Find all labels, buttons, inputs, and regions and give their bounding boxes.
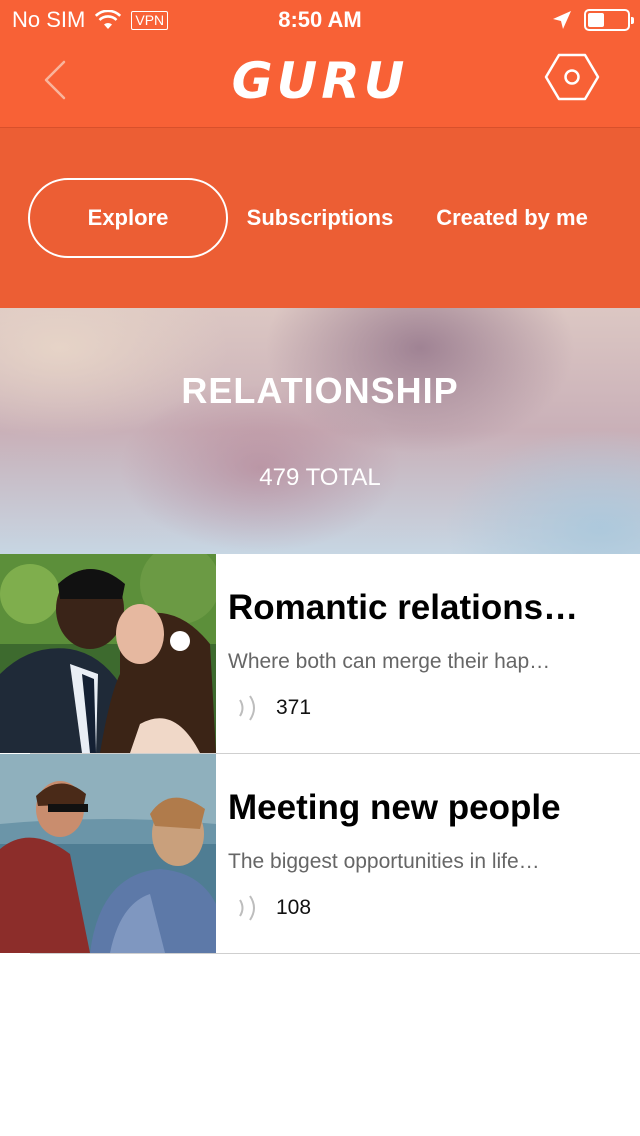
list-item[interactable]: Romantic relations… Where both can merge… (0, 554, 640, 754)
tab-explore[interactable]: Explore (28, 178, 228, 258)
sound-waves-icon (239, 695, 255, 721)
top-bar: No SIM VPN 8:50 AM GURU (0, 0, 640, 128)
battery-icon (584, 9, 634, 31)
category-total: 479 TOTAL (259, 464, 381, 491)
status-right (552, 9, 634, 31)
category-header: RELATIONSHIP 479 TOTAL (0, 308, 640, 554)
tab-subscriptions[interactable]: Subscriptions (236, 178, 404, 258)
topic-title: Meeting new people (228, 788, 561, 827)
segment-tabs: Explore Subscriptions Created by me (0, 128, 640, 308)
topic-count: 371 (276, 696, 312, 719)
topic-subtitle: The biggest opportunities in life… (228, 850, 540, 873)
category-title: RELATIONSHIP (181, 370, 459, 411)
topic-thumbnail (0, 554, 216, 753)
topic-title: Romantic relations… (228, 588, 579, 627)
topic-count: 108 (276, 896, 312, 919)
status-bar: No SIM VPN 8:50 AM (0, 0, 640, 40)
topic-subtitle: Where both can merge their hap… (228, 650, 551, 673)
settings-button[interactable] (544, 52, 600, 102)
row-divider (30, 953, 640, 954)
list-item[interactable]: Meeting new people The biggest opportuni… (0, 754, 640, 954)
topic-thumbnail (0, 754, 216, 953)
nav-bar: GURU (0, 40, 640, 128)
status-time: 8:50 AM (278, 7, 362, 32)
sound-waves-icon (239, 895, 255, 921)
topic-list: Romantic relations… Where both can merge… (0, 554, 640, 954)
topic-stats: 108 (234, 894, 311, 922)
location-arrow-icon (553, 11, 571, 29)
tab-created-by-me[interactable]: Created by me (420, 178, 604, 258)
topic-stats: 371 (234, 694, 311, 722)
